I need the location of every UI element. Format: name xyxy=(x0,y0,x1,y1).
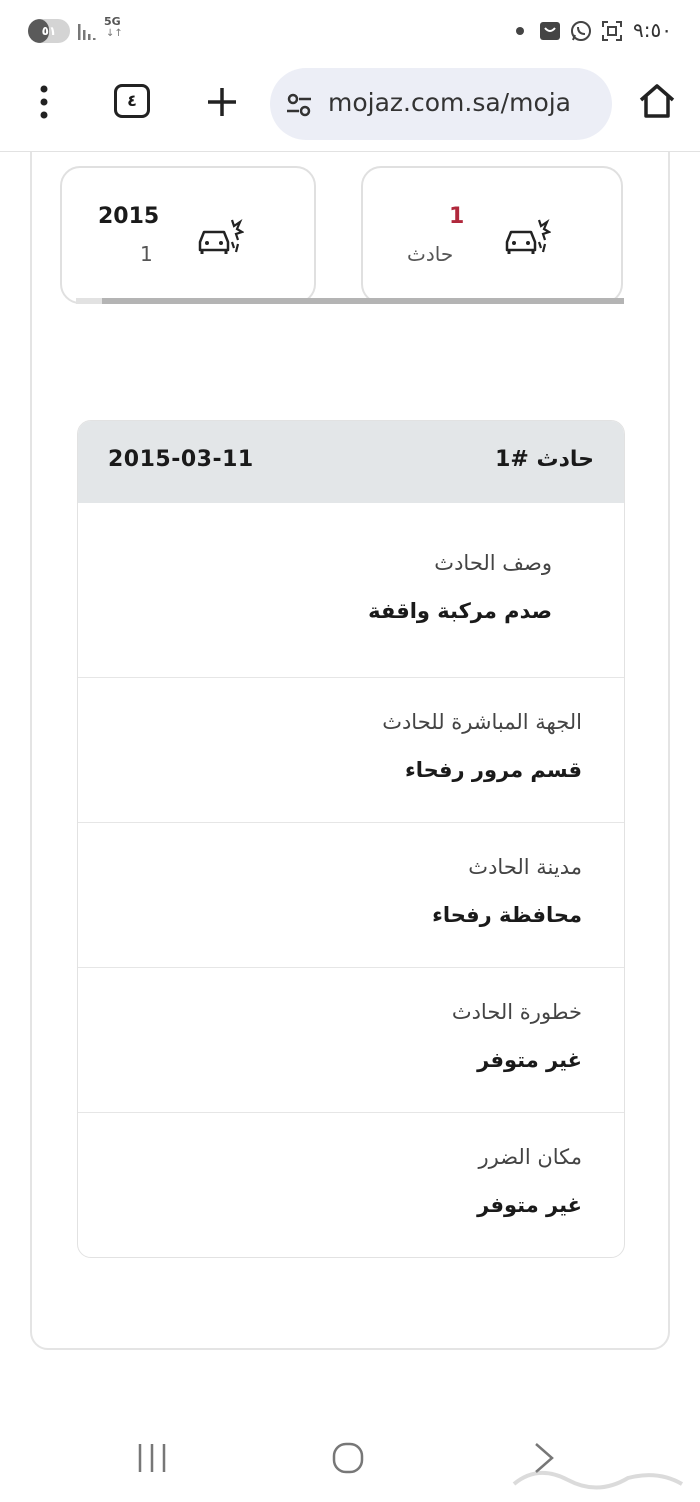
field-label: مدينة الحادث xyxy=(468,855,582,879)
field-value: غير متوفر xyxy=(477,1048,582,1072)
three-dots-icon[interactable] xyxy=(28,80,62,124)
year-stat-card[interactable]: 2015 1 xyxy=(60,166,316,304)
url-text[interactable]: mojaz.com.sa/moja xyxy=(328,88,598,117)
page-content: 1 حادث 2015 1 حادث #1 2015-03-11 وصف الح… xyxy=(0,152,700,1402)
car-crash-icon xyxy=(505,219,551,254)
field-label: وصف الحادث xyxy=(434,551,552,575)
address-bar[interactable]: mojaz.com.sa/moja xyxy=(270,68,612,140)
home-circle-icon[interactable] xyxy=(328,1438,368,1478)
horizontal-scrollbar[interactable] xyxy=(102,298,624,304)
status-bar: ٥١ 5G ↓↑ ٩:٥٠ xyxy=(0,0,700,62)
accidents-label: حادث xyxy=(407,242,454,266)
accident-header: حادث #1 2015-03-11 xyxy=(78,421,624,503)
accident-title: حادث #1 xyxy=(495,447,594,472)
accident-field-row: مكان الضرر غير متوفر xyxy=(78,1112,624,1257)
field-label: خطورة الحادث xyxy=(451,1000,582,1024)
field-value: قسم مرور رفحاء xyxy=(404,758,582,782)
home-icon[interactable] xyxy=(636,80,678,122)
recent-apps-icon[interactable] xyxy=(132,1438,172,1478)
screenshot-icon xyxy=(602,21,622,41)
year-value: 2015 xyxy=(98,204,160,229)
watermark-logo xyxy=(512,1471,684,1490)
accident-date: 2015-03-11 xyxy=(108,447,254,472)
tune-icon[interactable] xyxy=(284,90,314,120)
notification-dot-icon xyxy=(516,27,524,35)
network-type: 5G xyxy=(104,15,121,28)
accident-field-row: مدينة الحادث محافظة رفحاء xyxy=(78,822,624,968)
accident-card: حادث #1 2015-03-11 وصف الحادث صدم مركبة … xyxy=(77,420,625,1258)
accidents-count: 1 xyxy=(449,204,465,229)
tab-switcher-button[interactable]: ٤ xyxy=(114,84,150,118)
whatsapp-icon xyxy=(571,21,591,41)
battery-indicator: ٥١ xyxy=(28,19,70,43)
accident-field-row: الجهة المباشرة للحادث قسم مرور رفحاء xyxy=(78,677,624,823)
accident-field-row: وصف الحادث صدم مركبة واقفة xyxy=(78,503,624,678)
field-label: الجهة المباشرة للحادث xyxy=(382,710,582,734)
browser-toolbar: ٤ mojaz.com.sa/moja xyxy=(0,62,700,152)
field-value: محافظة رفحاء xyxy=(432,903,582,927)
field-label: مكان الضرر xyxy=(478,1145,582,1169)
battery-level: ٥١ xyxy=(41,24,57,38)
field-value: غير متوفر xyxy=(477,1193,582,1217)
network-arrows: ↓↑ xyxy=(106,28,123,39)
signal-bars-icon xyxy=(78,24,96,40)
field-value: صدم مركبة واقفة xyxy=(368,599,552,623)
clock-time: ٩:٥٠ xyxy=(633,18,672,42)
shopping-bag-icon xyxy=(540,22,560,40)
accidents-stat-card[interactable]: 1 حادث xyxy=(361,166,623,304)
year-count: 1 xyxy=(140,242,153,266)
plus-icon[interactable] xyxy=(202,80,242,124)
accident-field-row: خطورة الحادث غير متوفر xyxy=(78,967,624,1113)
car-crash-icon xyxy=(198,219,244,254)
